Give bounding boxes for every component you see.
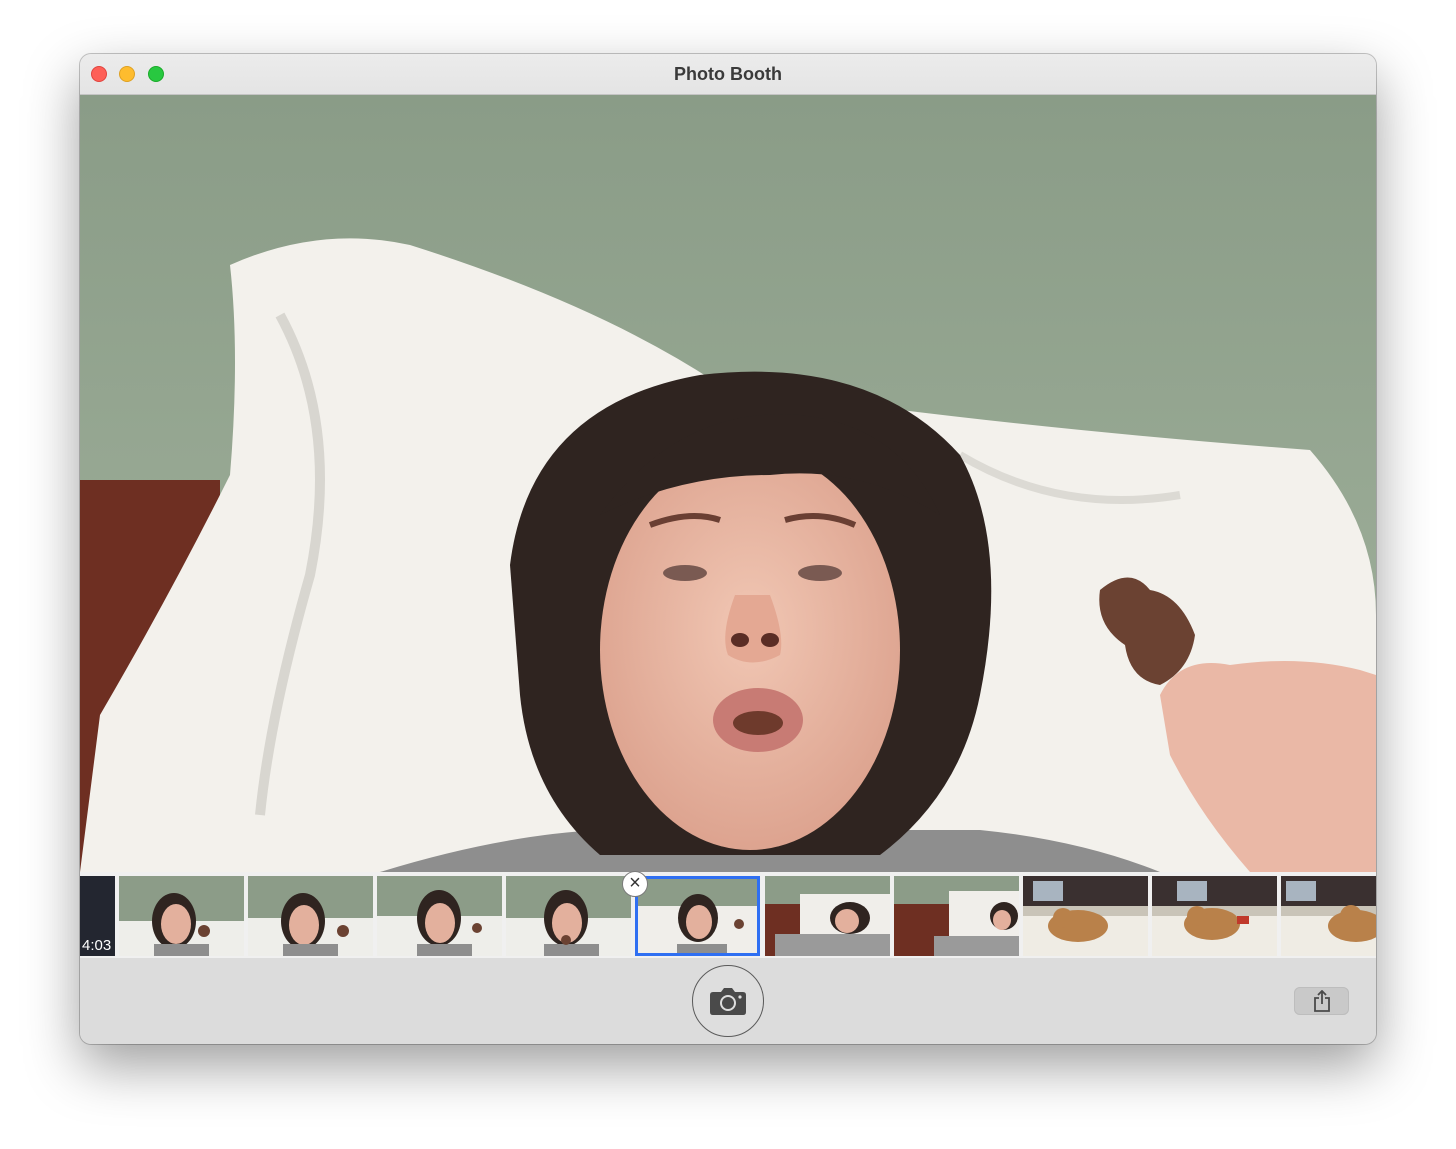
filmstrip-thumbnail[interactable] (765, 876, 890, 956)
share-button[interactable] (1294, 987, 1349, 1015)
filmstrip-thumbnail[interactable] (506, 876, 631, 956)
camera-preview-image (80, 95, 1376, 872)
filmstrip-thumbnail[interactable] (248, 876, 373, 956)
take-photo-button[interactable] (692, 965, 764, 1037)
filmstrip-thumbnail[interactable] (1023, 876, 1148, 956)
window-title: Photo Booth (674, 64, 782, 84)
delete-photo-button[interactable]: × (622, 871, 648, 897)
filmstrip-thumbnail[interactable]: 4:03 (80, 876, 115, 956)
filmstrip-thumbnail[interactable] (894, 876, 1019, 956)
bottom-toolbar (80, 958, 1376, 1044)
camera-icon (710, 988, 746, 1015)
filmstrip-thumbnail[interactable] (1152, 876, 1277, 956)
title-bar[interactable]: Photo Booth (80, 54, 1376, 95)
video-duration-label: 4:03 (82, 937, 112, 954)
filmstrip-thumbnail[interactable] (119, 876, 244, 956)
share-icon (1314, 990, 1330, 1012)
filmstrip-thumbnail[interactable] (1281, 876, 1376, 956)
filmstrip-thumbnail-selected[interactable] (635, 876, 760, 956)
close-x-icon: × (629, 872, 641, 894)
filmstrip-thumbnail[interactable] (377, 876, 502, 956)
filmstrip[interactable]: 4:03 (80, 872, 1376, 958)
camera-preview (80, 95, 1376, 872)
photo-booth-window: Photo Booth 4:03 × (80, 54, 1376, 1044)
